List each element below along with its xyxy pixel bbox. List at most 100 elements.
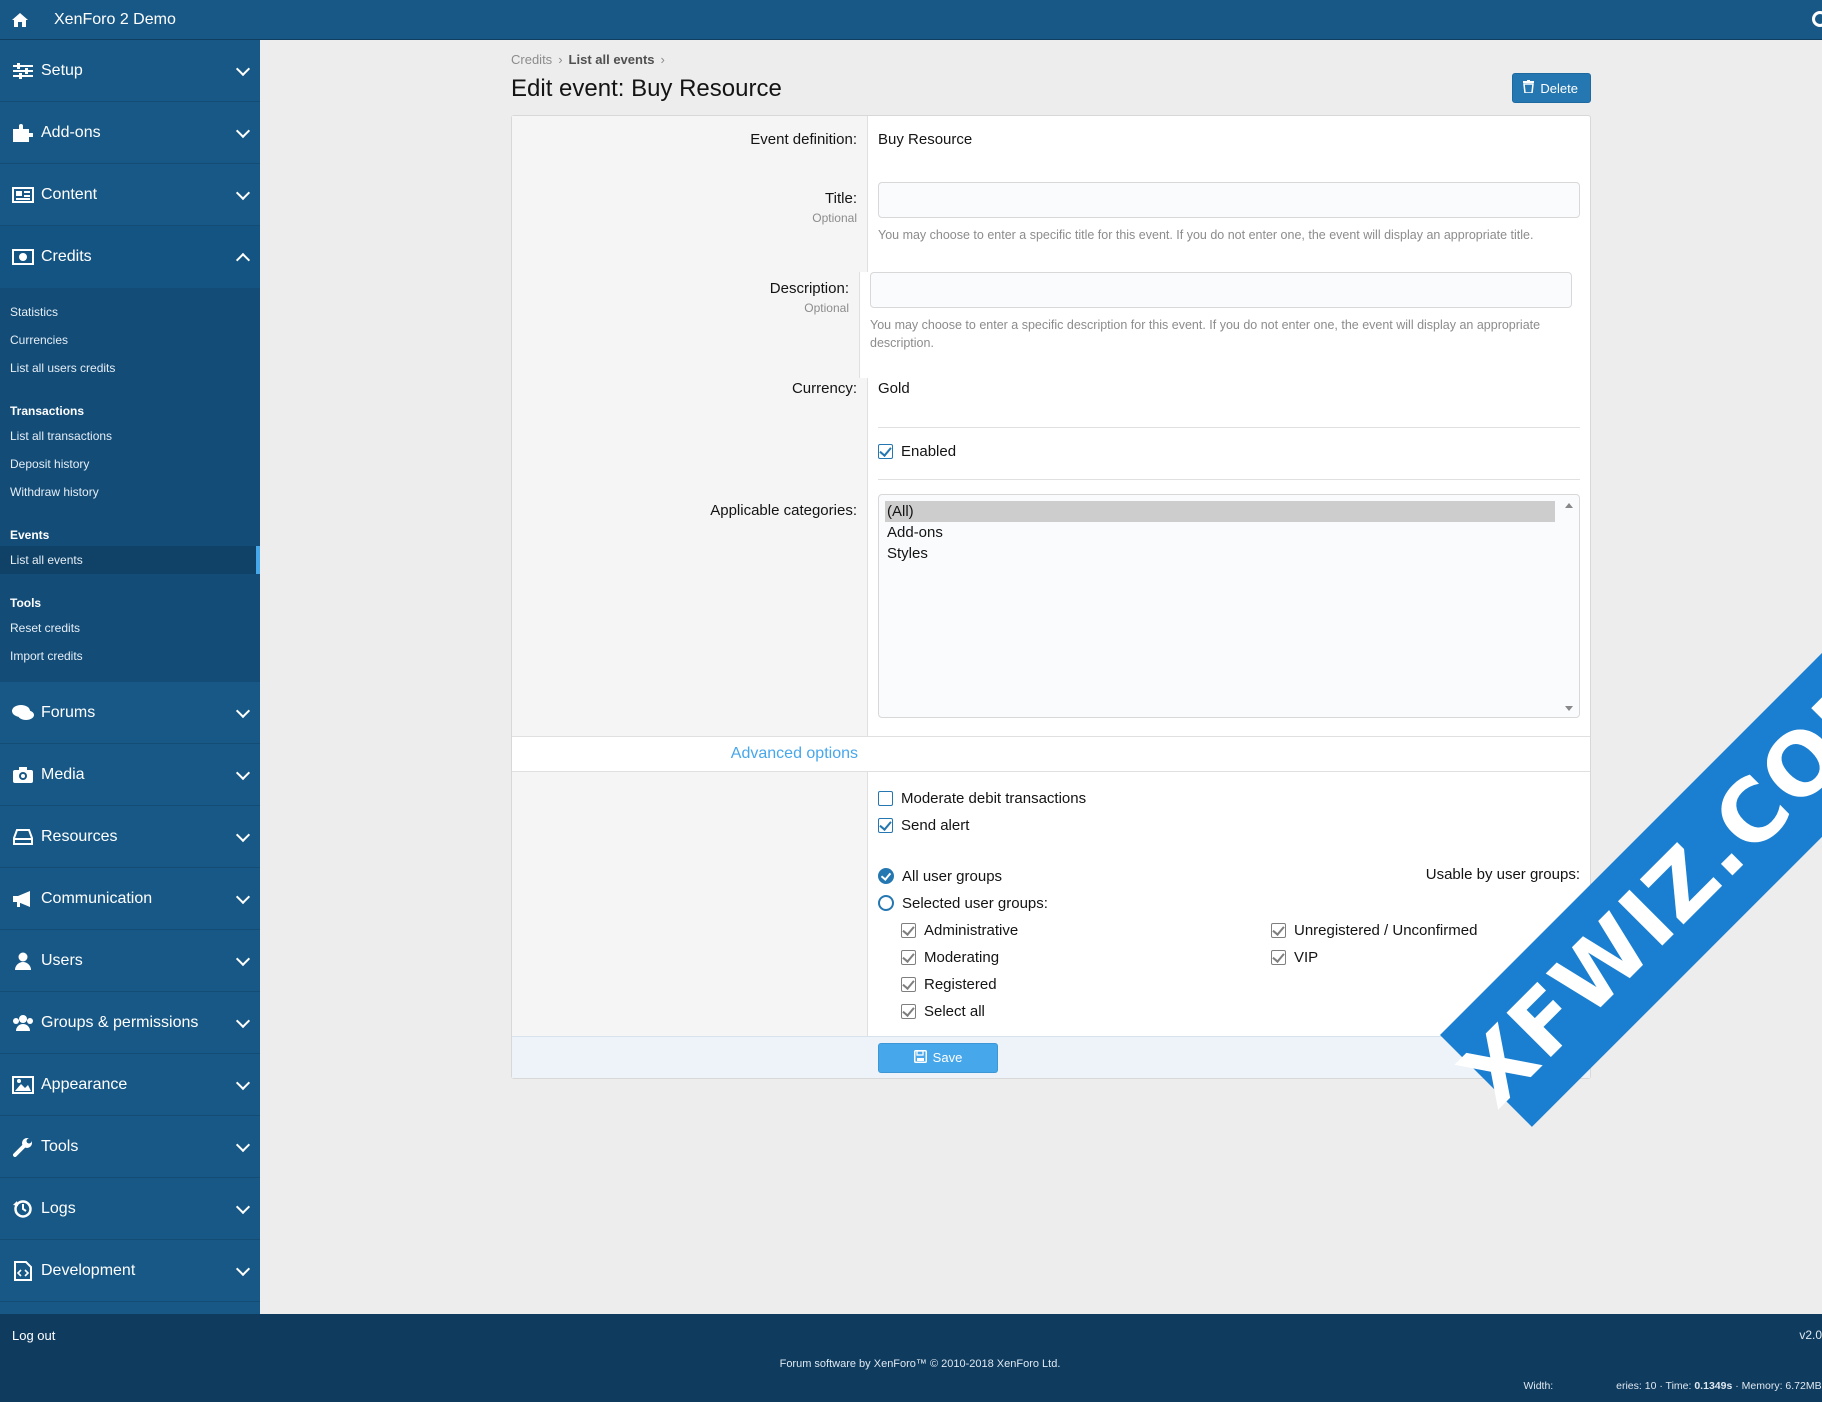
group-checkbox-unregistered[interactable]: Unregistered / Unconfirmed (1271, 920, 1477, 940)
title-label: Title: (825, 190, 857, 207)
delete-button[interactable]: Delete (1512, 73, 1591, 103)
nav-label: Communication (41, 889, 153, 907)
breadcrumb-item[interactable]: Credits (511, 52, 552, 67)
group-label: VIP (1294, 948, 1319, 966)
sidebar-item-currencies[interactable]: Currencies (0, 326, 260, 354)
event-definition-label: Event definition: (512, 116, 868, 182)
chevron-down-icon (235, 61, 251, 77)
sidebar-item-withdraw-history[interactable]: Withdraw history (0, 478, 260, 506)
group-label: Select all (924, 1002, 985, 1020)
group-checkbox-moderating[interactable]: Moderating (901, 947, 1271, 967)
category-option[interactable]: (All) (885, 501, 1555, 522)
nav-label: Users (41, 951, 83, 969)
nav-forums[interactable]: Forums (0, 682, 260, 744)
scroll-down-icon[interactable] (1565, 706, 1573, 711)
trash-icon (1523, 80, 1535, 96)
users-icon (12, 1012, 34, 1034)
send-alert-checkbox[interactable]: Send alert (878, 815, 1580, 835)
checkbox-checked-icon (901, 1003, 916, 1019)
nav-label: Media (41, 765, 85, 783)
description-input[interactable] (870, 272, 1572, 308)
moderate-debit-checkbox[interactable]: Moderate debit transactions (878, 788, 1580, 808)
version-text: v2.0 (1799, 1328, 1822, 1342)
advanced-options-title: Advanced options (730, 745, 858, 762)
sidebar-item-import-credits[interactable]: Import credits (0, 642, 260, 670)
hdd-icon (12, 826, 34, 848)
nav-users[interactable]: Users (0, 930, 260, 992)
nav-appearance[interactable]: Appearance (0, 1054, 260, 1116)
chevron-down-icon (235, 123, 251, 139)
breadcrumb-item[interactable]: List all events (569, 52, 655, 67)
nav-label: Appearance (41, 1075, 128, 1093)
nav-add-ons[interactable]: Add-ons (0, 102, 260, 164)
category-option[interactable]: Add-ons (885, 522, 1555, 543)
nav-label: Logs (41, 1199, 76, 1217)
category-option[interactable]: Styles (885, 543, 1555, 564)
nav-label: Credits (41, 248, 92, 265)
chevron-down-icon (235, 951, 251, 967)
nav-label: Groups & permissions (41, 1013, 199, 1031)
save-label: Save (932, 1050, 963, 1065)
app-title[interactable]: XenForo 2 Demo (54, 11, 176, 29)
title-input[interactable] (878, 182, 1580, 218)
sidebar-group-events: Events (10, 528, 50, 542)
all-user-groups-radio[interactable]: All user groups (878, 866, 1580, 886)
group-checkbox-administrative[interactable]: Administrative (901, 920, 1271, 940)
nav-resources[interactable]: Resources (0, 806, 260, 868)
sidebar-item-list-all-events[interactable]: List all events (0, 546, 260, 574)
sidebar-item-reset-credits[interactable]: Reset credits (0, 614, 260, 642)
debug-memory: · Memory: 6.72MB · (1732, 1380, 1822, 1392)
copyright-text[interactable]: Forum software by XenForo™ © 2010-2018 X… (0, 1358, 1822, 1370)
radio-checked-icon (878, 868, 894, 884)
all-user-groups-label: All user groups (902, 867, 1003, 885)
group-checkbox-vip[interactable]: VIP (1271, 947, 1477, 967)
chevron-down-icon (235, 1137, 251, 1153)
title-optional: Optional (812, 211, 857, 225)
event-form: Event definition: Buy Resource Title: Op… (511, 115, 1591, 1079)
nav-logs[interactable]: Logs (0, 1178, 260, 1240)
sidebar-item-list-all-users-credits[interactable]: List all users credits (0, 354, 260, 382)
chevron-down-icon (235, 1013, 251, 1029)
nav-communication[interactable]: Communication (0, 868, 260, 930)
save-button[interactable]: Save (878, 1042, 998, 1073)
sidebar-group-transactions: Transactions (10, 404, 85, 418)
group-label: Administrative (924, 921, 1019, 939)
image-icon (12, 1074, 34, 1096)
sidebar-item-statistics[interactable]: Statistics (0, 298, 260, 326)
credits-submenu: Statistics Currencies List all users cre… (0, 288, 260, 682)
selected-user-groups-radio[interactable]: Selected user groups: (878, 893, 1580, 913)
nav-media[interactable]: Media (0, 744, 260, 806)
logout-link[interactable]: Log out (12, 1328, 55, 1343)
categories-label: Applicable categories: (512, 480, 868, 736)
group-label: Moderating (924, 948, 1000, 966)
currency-value: Gold (878, 380, 910, 397)
nav-label: Forums (41, 703, 96, 721)
group-checkbox-registered[interactable]: Registered (901, 974, 1271, 994)
scroll-up-icon[interactable] (1565, 503, 1573, 508)
sidebar-item-deposit-history[interactable]: Deposit history (0, 450, 260, 478)
delete-label: Delete (1540, 80, 1578, 96)
advanced-options-header: Advanced options (512, 736, 1590, 772)
sidebar-item-list-all-transactions[interactable]: List all transactions (0, 422, 260, 450)
breadcrumb: Credits › List all events › (511, 52, 1591, 67)
home-icon[interactable] (0, 0, 40, 40)
group-checkbox-select-all[interactable]: Select all (901, 1001, 1271, 1021)
checkbox-checked-icon (901, 949, 916, 965)
nav-label: Development (41, 1261, 136, 1279)
search-icon[interactable] (1812, 11, 1822, 27)
categories-select[interactable]: (All) Add-ons Styles (878, 494, 1580, 718)
nav-development[interactable]: Development (0, 1240, 260, 1302)
enabled-checkbox[interactable]: Enabled (878, 443, 1580, 460)
page-title: Edit event: Buy Resource (511, 75, 782, 102)
checkbox-checked-icon (1271, 949, 1286, 965)
selected-user-groups-label: Selected user groups: (902, 894, 1048, 912)
nav-groups-permissions[interactable]: Groups & permissions (0, 992, 260, 1054)
nav-setup[interactable]: Setup (0, 40, 260, 102)
nav-credits[interactable]: Credits (0, 226, 260, 288)
chevron-down-icon (235, 1261, 251, 1277)
radio-icon (878, 895, 894, 911)
nav-label: Content (41, 185, 98, 203)
nav-content[interactable]: Content (0, 164, 260, 226)
currency-label: Currency: (512, 378, 868, 428)
nav-tools[interactable]: Tools (0, 1116, 260, 1178)
